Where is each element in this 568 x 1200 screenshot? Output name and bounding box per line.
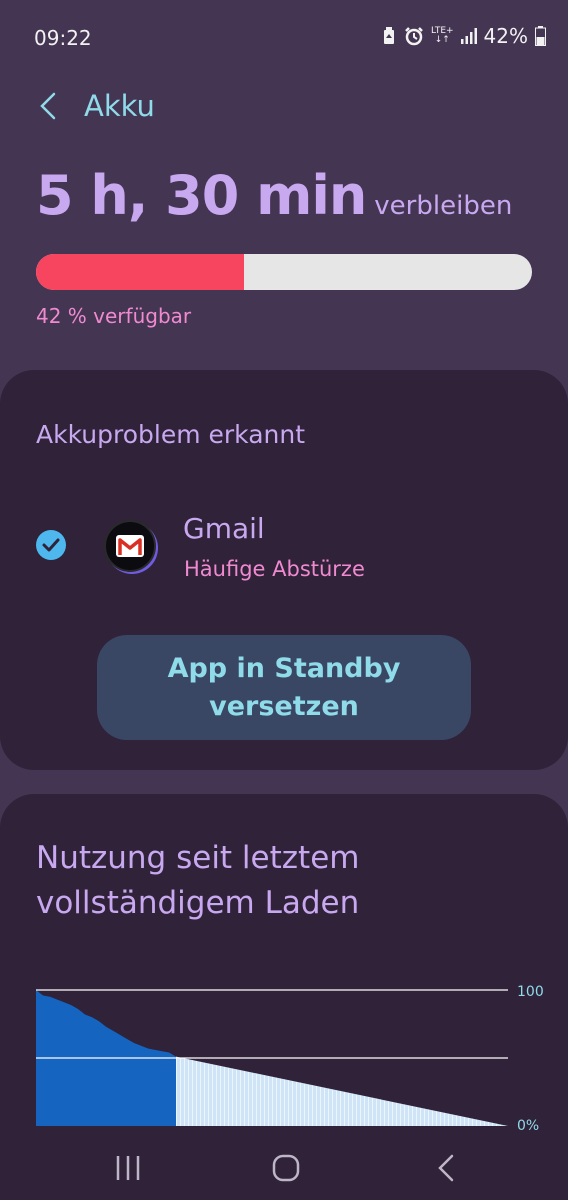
standby-button[interactable]: App in Standby versetzen — [97, 635, 471, 740]
battery-available-text: 42 % verfügbar — [36, 304, 192, 328]
status-time: 09:22 — [34, 26, 92, 50]
recycle-icon — [384, 27, 395, 44]
alarm-icon — [405, 27, 423, 46]
y-tick-label-0: 0% — [517, 1118, 539, 1134]
back-icon[interactable] — [426, 1150, 466, 1186]
remaining-time-suffix: verbleiben — [374, 191, 513, 221]
app-checkbox[interactable] — [36, 530, 66, 560]
chevron-left-icon[interactable] — [36, 86, 64, 126]
status-icons: LTE+ ↓↑ 42% — [381, 24, 546, 48]
page-title: Akku — [84, 89, 155, 123]
home-icon[interactable] — [266, 1150, 306, 1186]
y-tick-label-100: 100 — [517, 984, 544, 1000]
status-bar: 09:22 LTE+ ↓↑ 42% — [0, 0, 568, 76]
page-header: Akku — [36, 84, 155, 128]
signal-icon — [460, 28, 477, 44]
usage-chart: 100 0% — [36, 984, 544, 1134]
remaining-time-value: 5 h, 30 min — [36, 164, 367, 227]
remaining-time: 5 h, 30 min verbleiben — [36, 164, 512, 227]
problem-card-title: Akkuproblem erkannt — [36, 420, 306, 449]
app-problem-description: Häufige Abstürze — [184, 557, 365, 581]
usage-card-title: Nutzung seit letztem vollständigem Laden — [36, 840, 360, 921]
battery-level-bar — [36, 254, 532, 290]
estimate-area — [176, 1056, 508, 1126]
battery-problem-card: Akkuproblem erkannt Gmail Häufige Abstür… — [0, 370, 568, 770]
lte-icon: LTE+ ↓↑ — [431, 27, 454, 45]
gmail-icon — [104, 520, 156, 572]
check-icon — [42, 538, 60, 552]
app-name: Gmail — [183, 512, 265, 545]
battery-level-fill — [36, 254, 245, 290]
recents-icon[interactable] — [108, 1150, 148, 1186]
battery-percent: 42% — [483, 24, 528, 48]
battery-icon — [535, 26, 546, 46]
navigation-bar — [0, 1136, 568, 1200]
standby-button-label: App in Standby versetzen — [167, 652, 401, 722]
network-activity: ↓↑ — [434, 35, 450, 45]
